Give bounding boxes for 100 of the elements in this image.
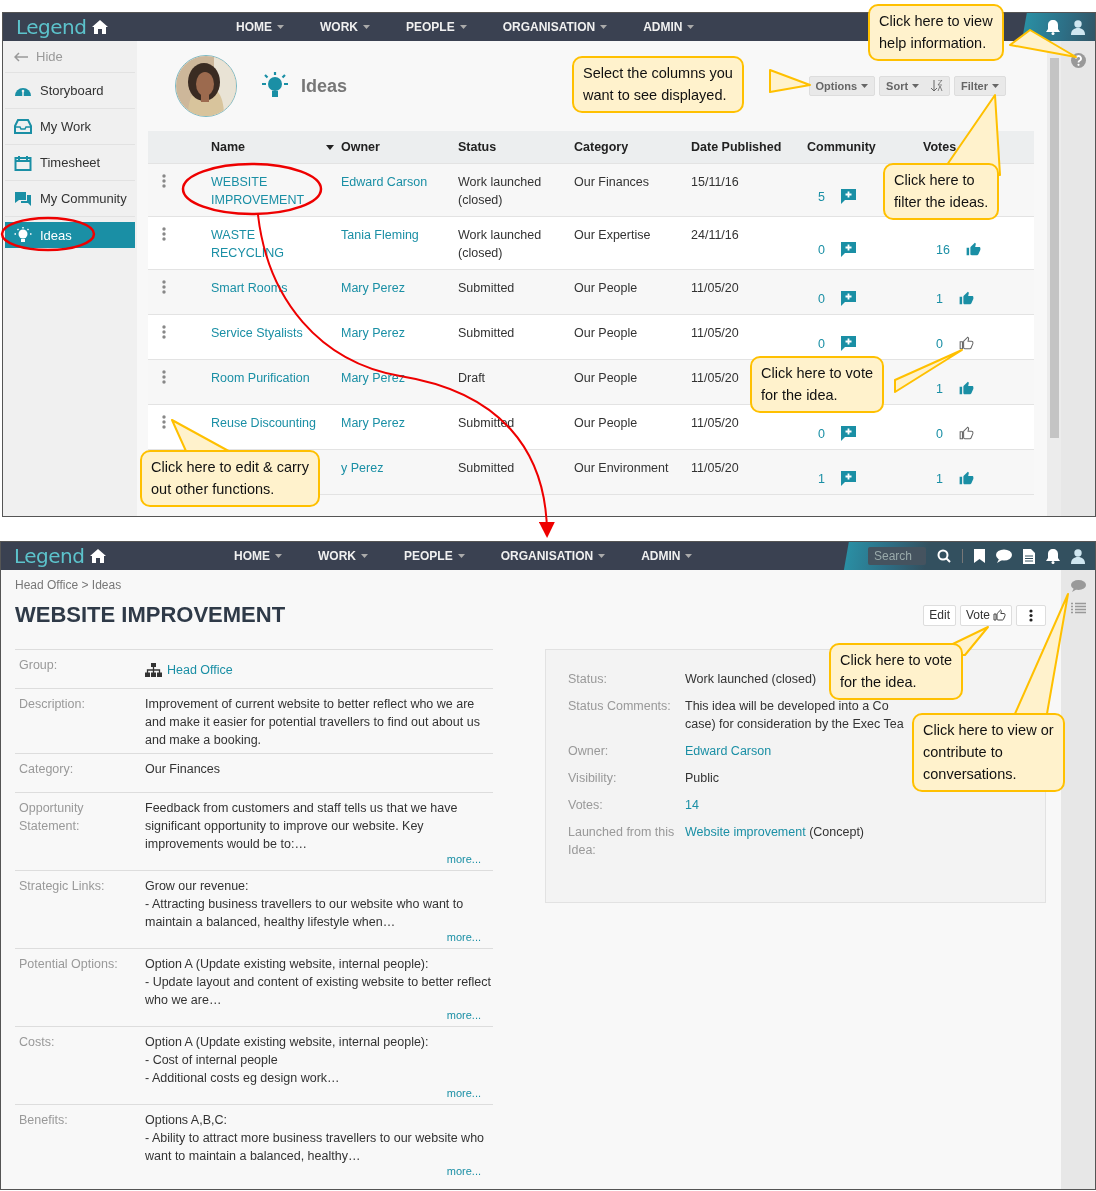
sidebar-item[interactable]: My Community — [5, 181, 135, 217]
nav-menu[interactable]: ORGANISATION — [500, 549, 606, 563]
table-cell: Submitted — [458, 326, 515, 340]
table-cell: Work launched (closed) — [458, 175, 542, 207]
nav-menu[interactable]: ADMIN — [643, 20, 695, 34]
group-link[interactable]: Head Office — [167, 661, 233, 679]
column-header[interactable]: Name — [211, 140, 246, 154]
callout: Select the columns you want to see displayed. — [572, 56, 744, 113]
more-link[interactable]: more... — [446, 931, 481, 944]
comment-count[interactable]: 1 — [818, 471, 825, 486]
nav-menu[interactable]: PEOPLE — [406, 20, 467, 34]
field-value: Option A (Update existing website, internal people): - Cost of internal people - Additional costs eg design work… — [145, 1034, 430, 1087]
vote-count[interactable]: 1 — [936, 291, 943, 306]
sidebar-item[interactable]: Ideas — [5, 222, 135, 248]
owner-link[interactable]: Edward Carson — [341, 175, 428, 189]
owner-link[interactable]: Mary Perez — [341, 416, 405, 430]
field-label: Benefits: — [19, 1112, 69, 1129]
field-label: Description: — [19, 696, 86, 713]
table-cell: 11/05/20 — [691, 326, 739, 340]
comment-count[interactable]: 0 — [818, 336, 825, 351]
more-link[interactable]: more... — [446, 1009, 481, 1022]
more-link[interactable]: more... — [446, 1087, 481, 1100]
nav-menu[interactable]: WORK — [320, 20, 370, 34]
field-value: Feedback from customers and staff tells us that we have significant opportunity to improve our website. Key improvements would be to:… — [145, 800, 459, 853]
field-link[interactable]: 14 — [685, 798, 699, 812]
vote-count[interactable]: 1 — [936, 471, 943, 486]
field-label: Owner: — [568, 743, 610, 760]
vote-count[interactable]: 0 — [936, 336, 943, 351]
field-label: Potential Options: — [19, 956, 119, 973]
comment-count[interactable]: 0 — [818, 242, 825, 257]
more-link[interactable]: more... — [446, 1165, 481, 1178]
filter-button[interactable]: Filter — [954, 76, 1006, 96]
vote-count[interactable]: 1 — [936, 381, 943, 396]
field-label: Category: — [19, 761, 75, 778]
table-cell: Work launched (closed) — [458, 228, 542, 260]
table-cell: Our People — [574, 281, 638, 295]
owner-link[interactable]: Mary Perez — [341, 326, 405, 340]
field-label: Group: — [19, 657, 59, 674]
field-value: Options A,B,C: - Ability to attract more business travellers to our website who want to maintain a balanced, healthy… — [145, 1112, 486, 1165]
field-link[interactable]: Edward Carson — [685, 744, 772, 758]
owner-link[interactable]: Mary Perez — [341, 371, 405, 385]
comment-count[interactable]: 0 — [818, 291, 825, 306]
nav-menu[interactable]: WORK — [318, 549, 368, 563]
comment-count[interactable]: 5 — [818, 189, 825, 204]
column-header[interactable]: Status — [458, 140, 497, 154]
vote-count[interactable]: 0 — [936, 426, 943, 441]
field-value: Work launched (closed) — [685, 671, 817, 688]
breadcrumb[interactable]: Head Office > Ideas — [15, 578, 1046, 592]
nav-menu[interactable]: ORGANISATION — [502, 20, 608, 34]
column-header[interactable]: Community — [807, 140, 876, 154]
column-header[interactable]: Owner — [341, 140, 380, 154]
nav-menu[interactable]: ADMIN — [641, 549, 693, 563]
field-label: Visibility: — [568, 770, 618, 787]
idea-link[interactable]: WEBSITE IMPROVEMENT — [211, 173, 319, 209]
more-link[interactable]: more... — [446, 853, 481, 866]
table-cell: Our People — [574, 326, 638, 340]
vote-button[interactable]: Vote — [959, 604, 1012, 626]
concept-link[interactable]: Website improvement — [685, 825, 806, 839]
sidebar-item[interactable]: My Work — [5, 109, 135, 145]
idea-link[interactable]: Reuse Discounting — [211, 414, 319, 432]
column-header[interactable]: Category — [574, 140, 629, 154]
idea-link[interactable]: Room Purification — [211, 369, 319, 387]
search-field[interactable]: Search — [868, 547, 926, 565]
callout: Click here to filter the ideas. — [883, 163, 1000, 220]
brand-logo[interactable]: Legend — [16, 15, 87, 39]
field-label: Opportunity Statement: — [19, 800, 85, 835]
field-label: Launched from this Idea: — [568, 824, 676, 859]
nav-menu[interactable]: HOME — [234, 549, 282, 563]
vote-count[interactable]: 16 — [936, 242, 950, 257]
nav-menu[interactable]: PEOPLE — [404, 549, 465, 563]
table-cell: 11/05/20 — [691, 281, 739, 295]
table-cell: Our People — [574, 416, 638, 430]
field-label: Costs: — [19, 1034, 56, 1051]
table-cell: 11/05/20 — [691, 416, 739, 430]
brand-logo[interactable]: Legend — [14, 544, 85, 568]
field-value: Our Finances — [145, 761, 222, 778]
table-cell: Our Finances — [574, 175, 650, 189]
owner-link[interactable]: Tania Fleming — [341, 228, 419, 242]
callout: Click here to view help information. — [868, 4, 1004, 61]
idea-link[interactable]: Service Styalists — [211, 324, 319, 342]
sort-button[interactable]: Sort — [879, 76, 951, 96]
page-title: WEBSITE IMPROVEMENT — [15, 602, 286, 628]
field-value: Option A (Update existing website, internal people): - Update layout and content of existing website to better reflect who we are… — [145, 956, 493, 1009]
comment-count[interactable]: 0 — [818, 426, 825, 441]
options-button[interactable]: Options — [808, 76, 876, 96]
column-header[interactable]: Votes — [923, 140, 957, 154]
sidebar-item[interactable]: Timesheet — [5, 145, 135, 181]
sidebar-item[interactable]: Storyboard — [5, 73, 135, 109]
table-cell: 11/05/20 — [691, 371, 739, 385]
owner-link[interactable]: Mary Perez — [341, 281, 405, 295]
field-value: Improvement of current website to better reflect who we are and make it easier for potential travellers to find out about us and make a booking. — [145, 696, 481, 749]
hide-sidebar-link[interactable]: Hide — [5, 41, 135, 73]
edit-button[interactable]: Edit — [923, 604, 956, 626]
field-label: Votes: — [568, 797, 604, 814]
column-header[interactable]: Date Published — [691, 140, 782, 154]
field-value: This idea will be developed into a Co case) for consideration by the Exec Tea — [685, 698, 904, 733]
field-label: Status: — [568, 671, 608, 688]
owner-link[interactable]: y Perez — [341, 461, 384, 475]
nav-menu[interactable]: HOME — [236, 20, 284, 34]
field-label: Strategic Links: — [19, 878, 106, 895]
